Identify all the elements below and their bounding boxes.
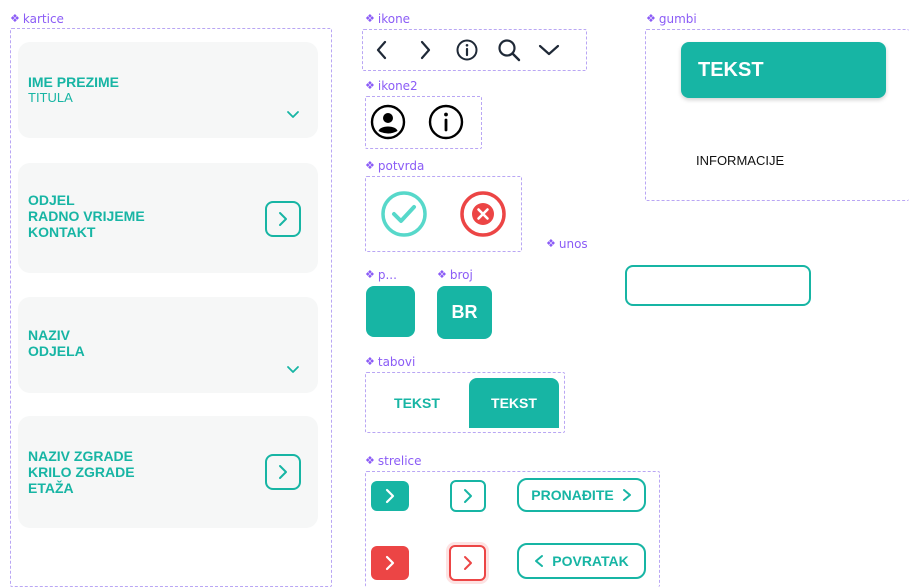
card-department-name-text: NAZIV ODJELA [28,327,85,359]
component-icon: ❖ [365,268,375,281]
back-button-label: POVRATAK [552,553,629,569]
chevron-right-icon[interactable] [418,40,432,60]
card-building-line2: KRILO ZGRADE [28,464,135,480]
component-icon: ❖ [365,454,375,467]
frame-label-text: p... [377,268,397,282]
info-icon[interactable] [455,38,479,62]
card-building-text: NAZIV ZGRADE KRILO ZGRADE ETAŽA [28,448,135,496]
blank-square-button[interactable] [366,286,415,337]
component-icon: ❖ [365,355,375,368]
tab-text-active[interactable]: TEKST [469,378,559,428]
information-link[interactable]: INFORMACIJE [696,153,784,168]
frame-label-kartice: ❖ kartice [10,12,64,26]
frame-label-text: ikone [377,12,411,26]
frame-label-text: tabovi [377,355,416,369]
number-badge[interactable]: BR [437,286,492,339]
card-department-line1: ODJEL [28,192,75,208]
frame-label-text: gumbi [658,12,697,26]
card-person-name: IME PREZIME [28,74,120,90]
component-icon: ❖ [646,12,656,25]
chevron-down-icon[interactable] [286,110,300,120]
card-department-line2: RADNO VRIJEME [28,208,145,224]
component-icon: ❖ [437,268,447,281]
frame-label-broj: ❖ broj [437,268,473,282]
chevron-down-icon[interactable] [286,365,300,375]
card-building-line3: ETAŽA [28,480,74,496]
search-icon[interactable] [496,37,522,63]
chevron-right-icon [463,556,472,570]
chevron-right-icon [279,465,287,479]
component-icon: ❖ [365,159,375,172]
chevron-right-icon [385,555,395,571]
card-building-arrow-button[interactable] [265,454,301,490]
chevron-left-icon[interactable] [375,40,389,60]
find-button[interactable]: PRONAĐITE [517,478,646,512]
frame-label-gumbi: ❖ gumbi [646,12,697,26]
card-department-arrow-button[interactable] [265,201,301,237]
frame-label-unos: ❖ unos [546,237,588,251]
chevron-right-icon [385,488,395,504]
chevron-right-icon [464,489,472,503]
card-person[interactable]: IME PREZIME TITULA [18,42,318,138]
frame-label-text: broj [449,268,473,282]
card-department-name[interactable]: NAZIV ODJELA [18,297,318,393]
info-circle-icon[interactable] [428,104,464,140]
arrow-right-red-filled-button[interactable] [371,546,409,580]
frame-label-strelice: ❖ strelice [365,454,422,468]
arrow-right-red-outline-button[interactable] [449,545,486,581]
confirm-check-icon[interactable] [380,190,428,238]
frame-label-text: potvrda [377,159,425,173]
find-button-label: PRONAĐITE [531,487,614,503]
component-icon: ❖ [365,12,375,25]
frame-label-text: ikone2 [377,79,418,93]
text-input[interactable] [625,265,811,306]
card-department-line3: KONTAKT [28,224,96,240]
chevron-down-icon[interactable] [537,43,561,57]
cancel-x-icon[interactable] [459,190,507,238]
user-avatar-icon[interactable] [370,104,406,140]
component-icon: ❖ [546,237,556,250]
frame-label-tabovi: ❖ tabovi [365,355,415,369]
number-badge-label: BR [451,302,478,322]
frame-label-ikone2: ❖ ikone2 [365,79,418,93]
card-building-line1: NAZIV ZGRADE [28,448,133,464]
card-department[interactable]: ODJEL RADNO VRIJEME KONTAKT [18,163,318,273]
card-person-title: TITULA [28,90,73,105]
primary-text-button[interactable]: TEKST [681,42,886,98]
back-button[interactable]: POVRATAK [517,543,646,579]
frame-label-p: ❖ p... [365,268,397,282]
card-person-text: IME PREZIME TITULA [28,74,119,106]
card-department-name-line2: ODJELA [28,343,85,359]
card-building[interactable]: NAZIV ZGRADE KRILO ZGRADE ETAŽA [18,416,318,528]
tab-text-inactive[interactable]: TEKST [378,378,456,428]
frame-label-potvrda: ❖ potvrda [365,159,424,173]
card-department-name-line1: NAZIV [28,327,70,343]
chevron-right-icon [279,212,287,226]
frame-label-text: unos [558,237,588,251]
arrow-right-teal-filled-button[interactable] [371,481,409,511]
frame-label-ikone: ❖ ikone [365,12,410,26]
frame-label-text: strelice [377,454,422,468]
frame-label-text: kartice [22,12,64,26]
tab-label: TEKST [491,395,537,411]
card-department-text: ODJEL RADNO VRIJEME KONTAKT [28,192,145,240]
component-icon: ❖ [10,12,20,25]
tab-label: TEKST [394,395,440,411]
component-icon: ❖ [365,79,375,92]
chevron-left-icon [535,555,544,567]
primary-text-button-label: TEKST [698,58,764,81]
chevron-right-icon [622,489,631,501]
arrow-right-teal-outline-button[interactable] [450,480,486,512]
